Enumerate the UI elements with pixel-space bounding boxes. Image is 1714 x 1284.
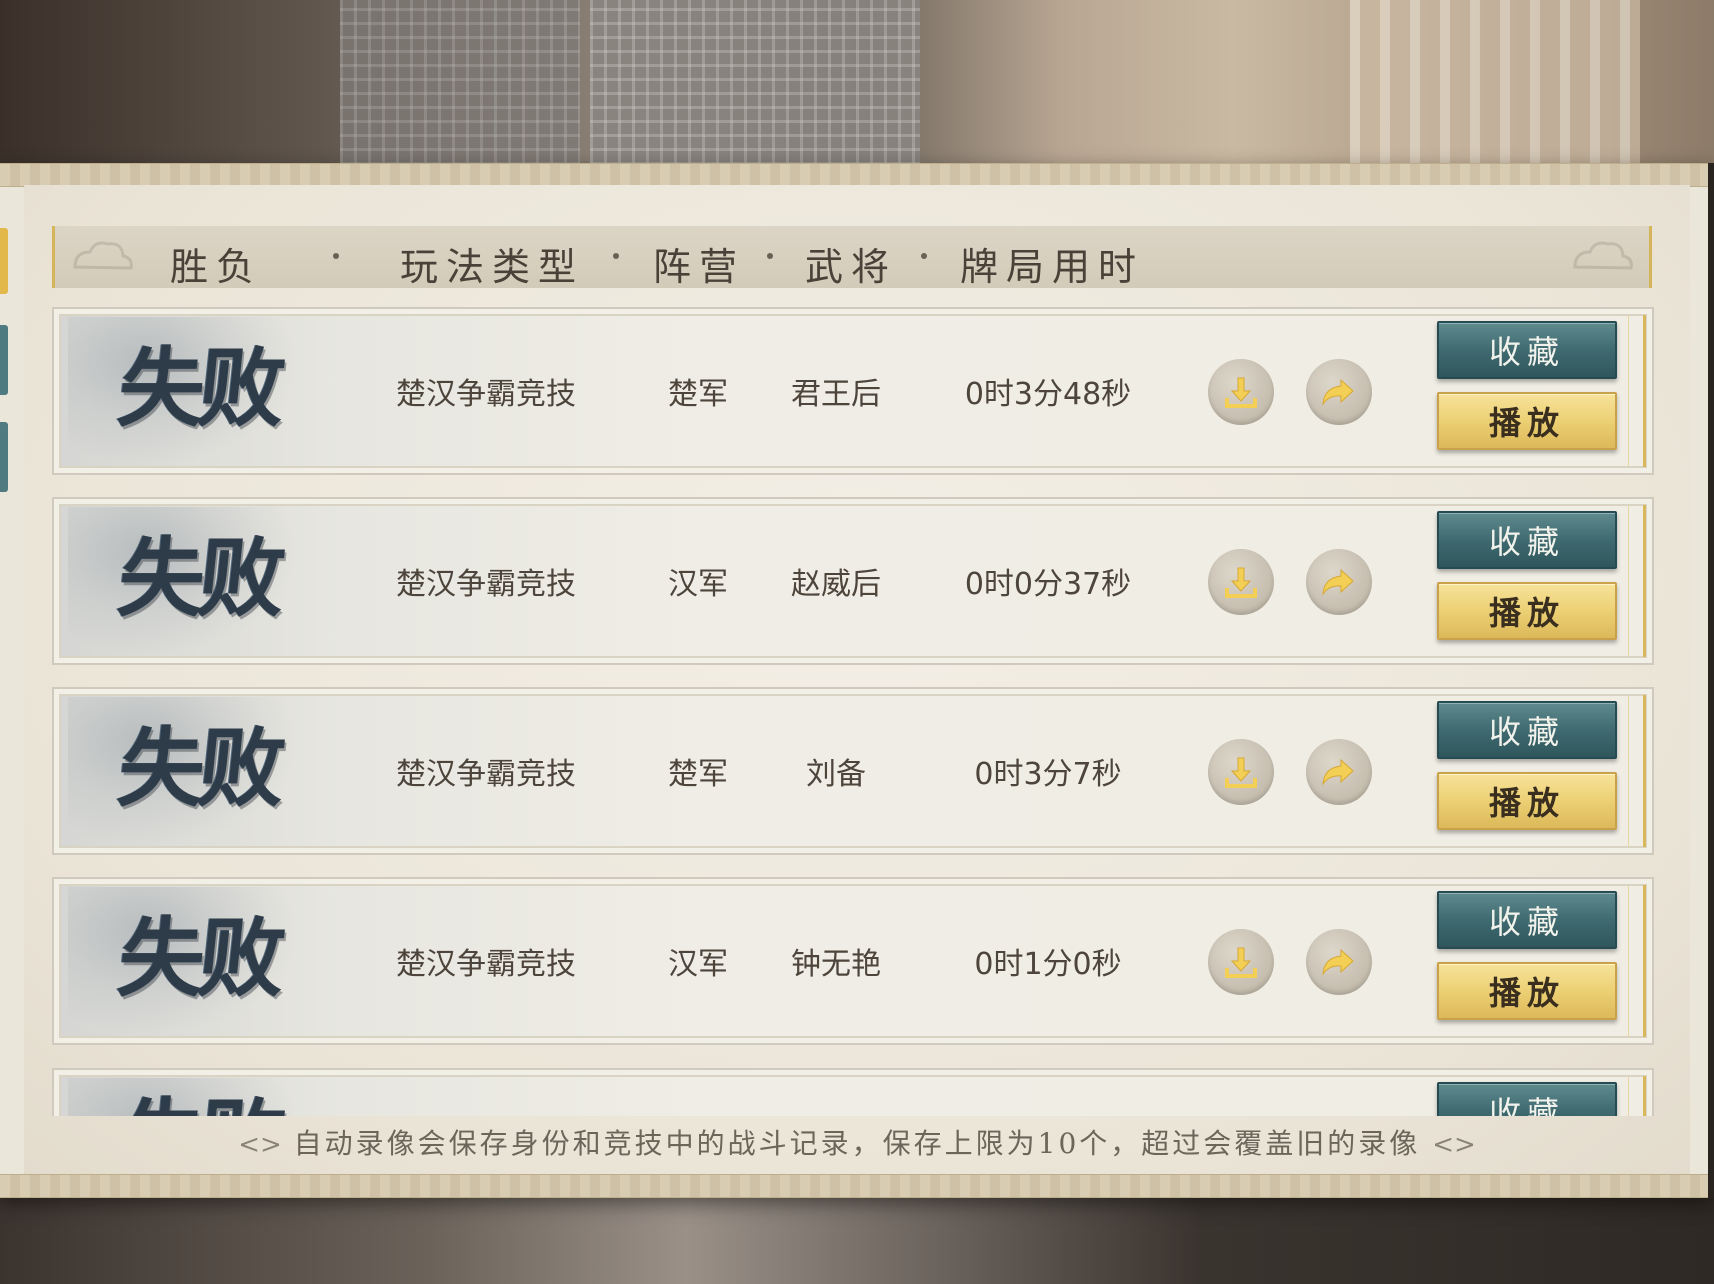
play-button[interactable]: 播放 (1437, 582, 1617, 640)
play-button[interactable]: 播放 (1437, 962, 1617, 1020)
side-tab-active[interactable] (0, 228, 8, 294)
record-row: 失败 楚汉争霸竞技 汉军 钟无艳 0时1分0秒 收藏 播放 (52, 877, 1654, 1045)
favorite-button[interactable]: 收藏 (1437, 321, 1617, 379)
share-icon (1322, 378, 1354, 406)
footer-note-text: 自动录像会保存身份和竞技中的战斗记录，保存上限为10个，超过会覆盖旧的录像 (293, 1127, 1421, 1160)
header-result: 胜负 (170, 245, 263, 289)
hero-text: 刘备 (806, 757, 866, 792)
cloud-ornament-icon (73, 241, 133, 270)
download-button[interactable] (1208, 929, 1274, 995)
play-button[interactable]: 播放 (1437, 392, 1617, 450)
result-label: 失败 (113, 718, 285, 819)
side-tab[interactable] (0, 325, 8, 395)
share-button[interactable] (1306, 359, 1372, 425)
favorite-button[interactable]: 收藏 (1437, 701, 1617, 759)
header-camp: 阵营 (653, 245, 746, 289)
mode-text: 楚汉争霸竞技 (396, 947, 576, 982)
header-hero: 武将 (805, 245, 898, 289)
camp-text: 楚军 (668, 377, 728, 412)
download-icon (1225, 947, 1257, 978)
header-time: 牌局用时 (960, 245, 1145, 289)
download-icon (1225, 757, 1257, 788)
mode-text: 楚汉争霸竞技 (396, 567, 576, 602)
result-label: 失败 (113, 338, 285, 439)
side-tab[interactable] (0, 422, 8, 492)
share-button[interactable] (1306, 929, 1372, 995)
share-icon (1322, 568, 1354, 596)
favorite-button[interactable]: 收藏 (1437, 1082, 1617, 1116)
result-label: 失败 (114, 1089, 365, 1116)
record-row: 失败 楚汉争霸竞技 楚军 刘备 0时3分7秒 收藏 播放 (52, 687, 1654, 855)
share-icon (1322, 948, 1354, 976)
download-button[interactable] (1208, 549, 1274, 615)
camp-text: 汉军 (668, 567, 728, 602)
background-floor (0, 1195, 1714, 1284)
header-mode: 玩法类型 (400, 245, 585, 289)
download-button[interactable] (1208, 739, 1274, 805)
header-separator (333, 253, 339, 259)
download-icon (1225, 567, 1257, 598)
background-window (1350, 0, 1640, 165)
table-header: 胜负 玩法类型 阵营 武将 牌局用时 (52, 226, 1652, 289)
header-separator (921, 253, 927, 259)
share-icon (1322, 758, 1354, 786)
background-window (590, 0, 920, 165)
panel-border-top (0, 163, 1714, 187)
ornament-right-icon: <> (1432, 1130, 1476, 1160)
download-icon (1225, 377, 1257, 408)
footer-note: <> 自动录像会保存身份和竞技中的战斗记录，保存上限为10个，超过会覆盖旧的录像… (0, 1122, 1714, 1162)
panel-edge (1708, 163, 1714, 1198)
background-window (340, 0, 580, 165)
mode-text: 楚汉争霸竞技 (396, 757, 576, 792)
hero-text: 钟无艳 (791, 947, 881, 982)
cloud-ornament-icon (1573, 241, 1633, 270)
share-button[interactable] (1306, 549, 1372, 615)
duration-text: 0时3分48秒 (964, 377, 1132, 412)
record-row: 失败 楚汉争霸竞技 汉军 赵威后 0时0分37秒 收藏 播放 (52, 497, 1654, 665)
favorite-button[interactable]: 收藏 (1437, 891, 1617, 949)
hero-text: 君王后 (791, 377, 881, 412)
panel-border-bottom (0, 1174, 1714, 1198)
camp-text: 楚军 (668, 757, 728, 792)
record-row-partial-clip: 失败 收藏 (52, 1068, 1654, 1116)
record-row: 失败 楚汉争霸竞技 楚军 君王后 0时3分48秒 收藏 播放 (52, 307, 1654, 475)
result-label: 失败 (113, 908, 285, 1009)
favorite-button[interactable]: 收藏 (1437, 511, 1617, 569)
duration-text: 0时3分7秒 (974, 757, 1122, 792)
header-separator (613, 253, 619, 259)
mode-text: 楚汉争霸竞技 (396, 377, 576, 412)
header-separator (767, 253, 773, 259)
duration-text: 0时0分37秒 (964, 567, 1132, 602)
download-button[interactable] (1208, 359, 1274, 425)
share-button[interactable] (1306, 739, 1372, 805)
play-button[interactable]: 播放 (1437, 772, 1617, 830)
hero-text: 赵威后 (791, 567, 881, 602)
camp-text: 汉军 (668, 947, 728, 982)
ornament-left-icon: <> (238, 1130, 282, 1160)
duration-text: 0时1分0秒 (974, 947, 1122, 982)
result-label: 失败 (113, 528, 285, 629)
record-row: 失败 收藏 (52, 1068, 1654, 1116)
